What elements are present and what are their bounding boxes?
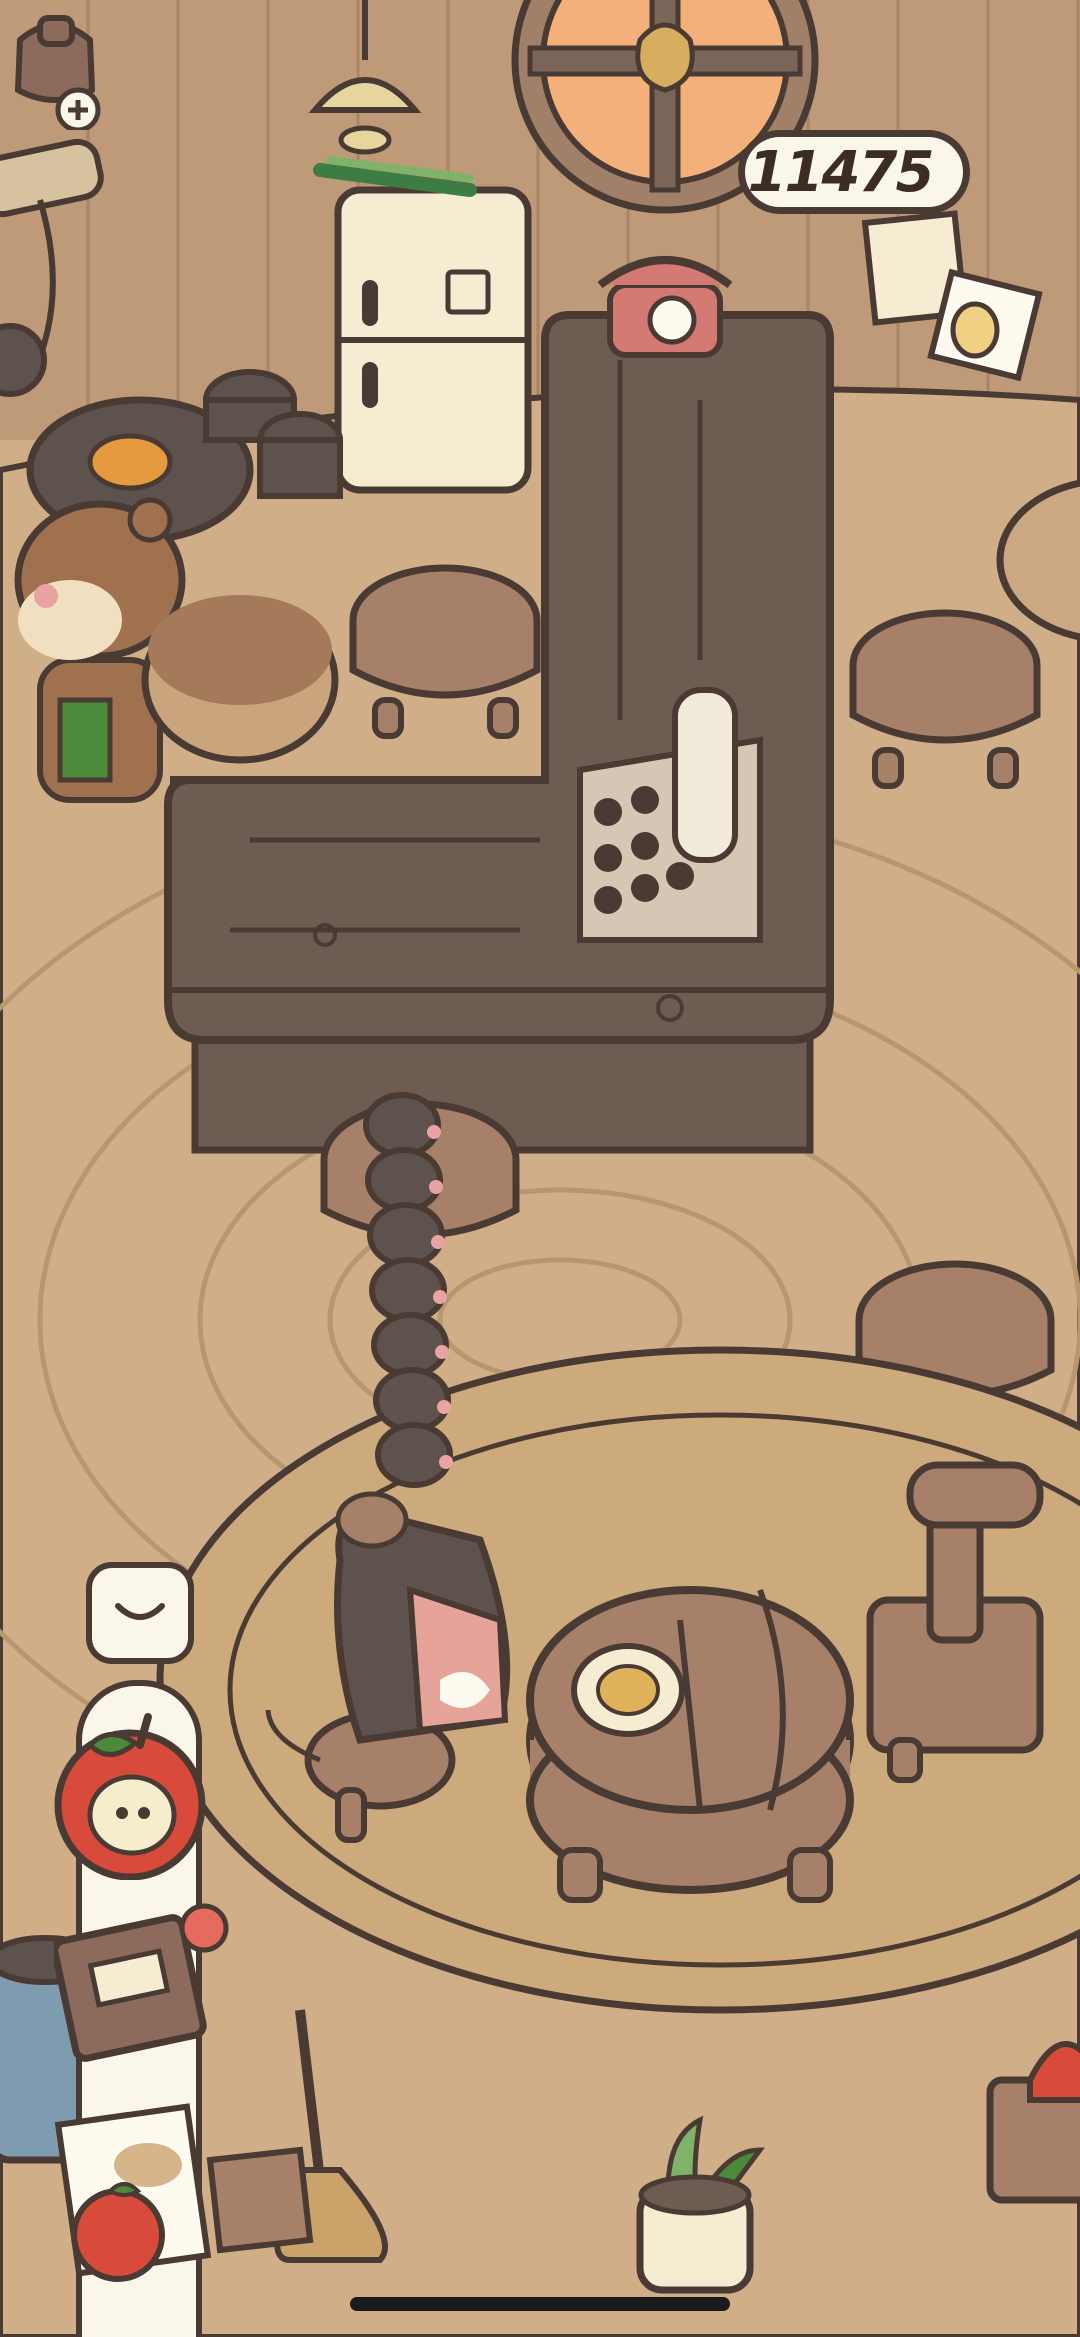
stool bbox=[141, 595, 339, 764]
coin-counter: 11475 bbox=[738, 130, 970, 214]
plus-icon[interactable] bbox=[55, 87, 101, 130]
recipe-notebook-icon[interactable] bbox=[54, 1898, 234, 2068]
apple-icon[interactable] bbox=[40, 1705, 220, 1880]
home-indicator[interactable] bbox=[350, 2297, 730, 2311]
round-table bbox=[526, 1586, 854, 1903]
game-scene[interactable]: 11475 bbox=[0, 0, 1080, 2337]
chevron-down-icon bbox=[115, 1603, 165, 1620]
telephone bbox=[597, 256, 733, 358]
refrigerator bbox=[313, 156, 532, 494]
coin-bag-icon[interactable] bbox=[0, 0, 110, 130]
collapse-menu-button[interactable] bbox=[86, 1562, 194, 1664]
apple-letter-icon[interactable] bbox=[38, 2095, 218, 2285]
coin-balance: 11475 bbox=[747, 139, 935, 205]
